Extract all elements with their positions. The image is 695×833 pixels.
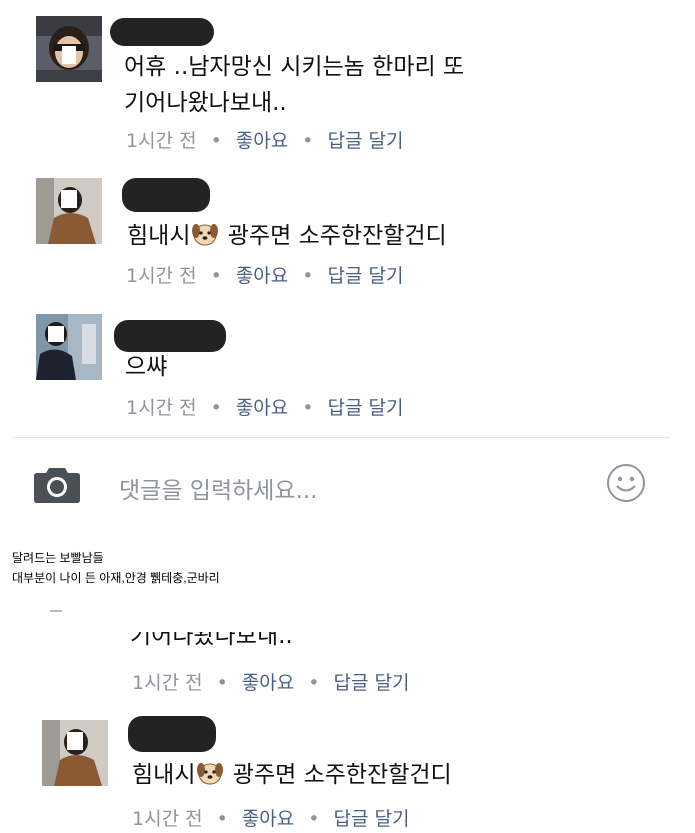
separator-dot: • [210,397,222,419]
comment-line: 기어나왔나보내.. [130,632,293,649]
comment-meta: 1시간 전 • 좋아요 • 답글 달기 [132,804,409,831]
separator-dot: • [308,808,320,830]
comment-text: 힘내시 광주면 소주한잔할건디 [132,757,452,793]
camera-icon[interactable] [33,464,81,504]
comment-text: 으쌰 [125,349,167,385]
separator-dot: • [308,672,320,694]
comment-meta: 1시간 전 • 좋아요 • 답글 달기 [126,126,403,153]
comment-text: 힘내시 광주면 소주한잔할건디 [127,218,447,254]
comment-meta: 1시간 전 • 좋아요 • 답글 달기 [126,261,403,288]
like-link[interactable]: 좋아요 [236,130,288,152]
censored-name [122,178,210,212]
divider [12,437,670,438]
comment-meta: 1시간 전 • 좋아요 • 답글 달기 [132,668,409,695]
separator-dot: • [302,130,314,152]
reply-link[interactable]: 답글 달기 [327,265,403,287]
caption-line: 대부분이 나이 든 아재,안경 쀍테충,군바리 [12,571,220,585]
separator-dot: • [302,265,314,287]
avatar[interactable] [42,720,108,786]
timestamp: 1시간 전 [126,130,197,152]
comment-text: 어휴 ..남자망신 시키는놈 한마리 또 기어나왔나보내.. [124,49,464,121]
reply-link[interactable]: 답글 달기 [333,672,409,694]
dog-face-icon [192,221,219,247]
timestamp: 1시간 전 [132,672,203,694]
avatar[interactable] [36,16,102,82]
timestamp: 1시간 전 [132,808,203,830]
like-link[interactable]: 좋아요 [242,808,294,830]
like-link[interactable]: 좋아요 [236,265,288,287]
comment-meta: 1시간 전 • 좋아요 • 답글 달기 [126,393,403,420]
comment-line: 어휴 ..남자망신 시키는놈 한마리 또 [124,54,465,80]
timestamp: 1시간 전 [126,397,197,419]
caption-line: 달려드는 보빨남들 [12,551,104,565]
comment-input[interactable]: 댓글을 입력하세요... [119,471,579,505]
censored-name [110,18,214,46]
reply-link[interactable]: 답글 달기 [327,130,403,152]
like-link[interactable]: 좋아요 [242,672,294,694]
censored-name [128,716,216,752]
avatar[interactable] [36,178,102,244]
separator-dot: • [216,808,228,830]
timestamp: 1시간 전 [126,265,197,287]
avatar[interactable] [36,314,102,380]
comment-line: 힘내시 [127,223,191,249]
separator-dot: • [302,397,314,419]
comment-line: 힘내시 [132,762,196,788]
smiley-icon[interactable] [606,463,646,503]
comment-line: 기어나왔나보내.. [124,90,287,116]
reply-link[interactable]: 답글 달기 [333,808,409,830]
comment-line: 광주면 소주한잔할건디 [225,762,452,788]
reply-link[interactable]: 답글 달기 [327,397,403,419]
censored-name [114,320,226,352]
comment-line: 광주면 소주한잔할건디 [220,223,447,249]
separator-dot: • [216,672,228,694]
separator-dot: • [210,130,222,152]
like-link[interactable]: 좋아요 [236,397,288,419]
comment-line: 으쌰 [125,354,168,380]
dog-face-icon [197,760,224,786]
cropped-fragment [50,600,62,612]
comment-text-clipped: 기어나왔나보내.. [130,632,430,654]
separator-dot: • [210,265,222,287]
